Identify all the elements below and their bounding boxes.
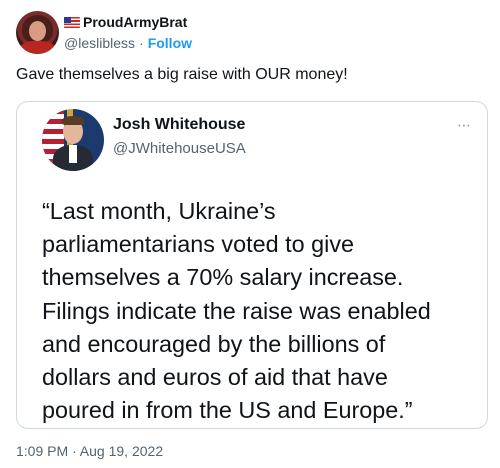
us-flag-icon: [64, 16, 80, 28]
more-options-icon[interactable]: ⋯: [457, 117, 471, 134]
quote-line: “Last month, Ukraine’s: [42, 198, 276, 224]
author-handle[interactable]: @leslibless: [64, 35, 135, 51]
quote-line: parliamentarians voted to give: [42, 231, 355, 258]
tweet-text: Gave themselves a big raise with OUR mon…: [16, 66, 348, 83]
quote-line: and encouraged by the billions of: [42, 330, 386, 357]
author-name-row: ProudArmyBrat: [64, 14, 187, 30]
author-display-name[interactable]: ProudArmyBrat: [83, 14, 187, 30]
quote-line: poured in from the US and Europe.”: [42, 397, 413, 424]
quote-line: dollars and euros of aid that have: [42, 364, 388, 391]
follow-button[interactable]: Follow: [148, 35, 192, 51]
quoted-author-avatar[interactable]: [42, 109, 104, 171]
author-handle-row: @leslibless · Follow: [64, 35, 192, 51]
tweet: ProudArmyBrat @leslibless · Follow Gave …: [0, 0, 500, 468]
quoted-tweet-text: “Last month, Ukraine’s parliamentarians …: [42, 195, 482, 427]
quote-line: themselves a 70% salary increase.: [42, 264, 404, 291]
author-avatar[interactable]: [16, 11, 59, 54]
quoted-tweet-card[interactable]: Josh Whitehouse @JWhitehouseUSA ⋯ “Last …: [16, 101, 488, 429]
quoted-author-display-name[interactable]: Josh Whitehouse: [113, 116, 245, 134]
quoted-author-handle[interactable]: @JWhitehouseUSA: [113, 140, 246, 157]
quote-line: Filings indicate the raise was enabled: [42, 297, 431, 324]
separator-dot: ·: [139, 35, 144, 51]
tweet-timestamp[interactable]: 1:09 PM · Aug 19, 2022: [16, 443, 163, 459]
